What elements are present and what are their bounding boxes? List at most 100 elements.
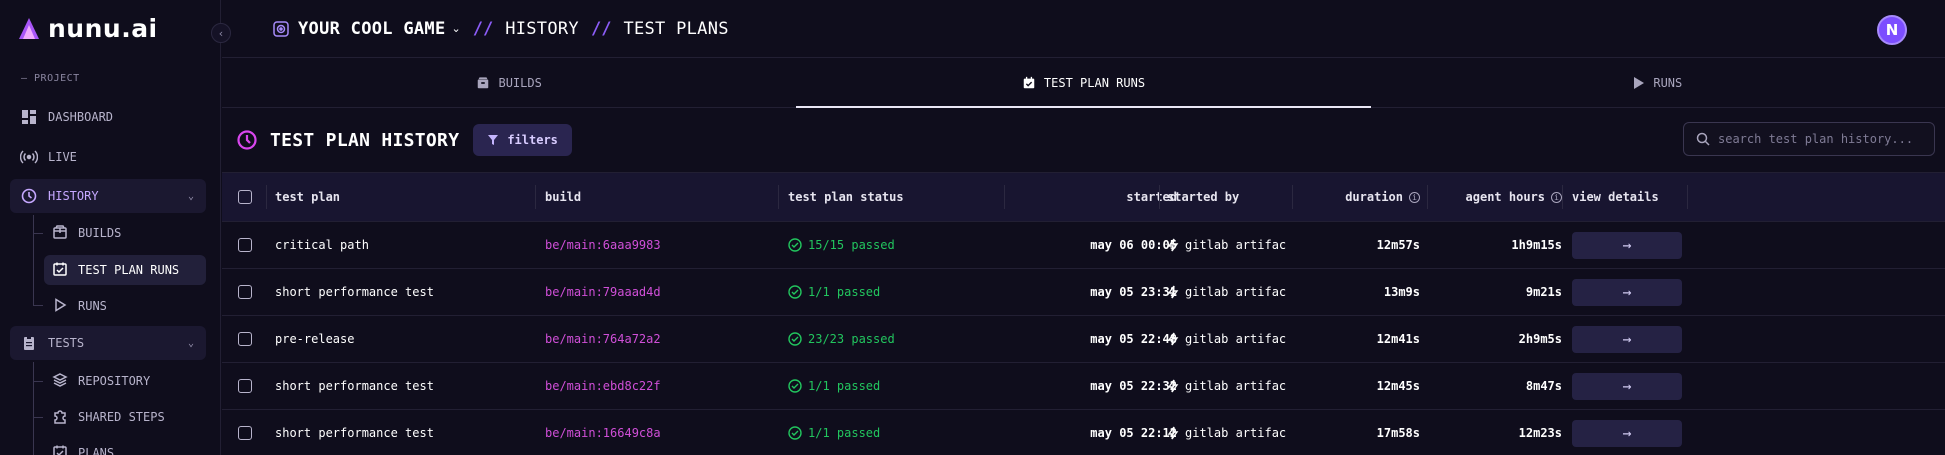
column-header-status[interactable]: test plan status [788,173,988,221]
info-icon[interactable]: i [1551,191,1562,203]
check-circle-icon [788,379,802,393]
tab-test-plan-runs[interactable]: TEST PLAN RUNS [796,58,1371,108]
lightning-icon [1167,379,1179,393]
breadcrumb-game[interactable]: YOUR COOL GAME [298,19,446,39]
search-input[interactable] [1718,132,1928,146]
arrow-right-icon: → [1622,236,1632,254]
sidebar-item-dashboard[interactable]: DASHBOARD [10,100,206,134]
duration-value: 17m58s [1376,426,1420,440]
started-by-text: gitlab artifac [1185,379,1287,393]
build-link[interactable]: be/main:16649c8a [545,410,725,455]
sidebar-item-label: TEST PLAN RUNS [78,263,180,277]
started-by-cell: gitlab artifac [1167,222,1297,268]
sidebar-item-shared-steps[interactable]: SHARED STEPS [44,402,206,432]
build-link[interactable]: be/main:6aaa9983 [545,222,725,268]
column-divider [1292,185,1293,209]
column-header-agent-hours[interactable]: agent hours i [1432,173,1562,221]
lightning-icon [1167,332,1179,346]
sidebar-item-label: DASHBOARD [48,110,114,124]
history-icon [20,187,38,205]
column-header-duration[interactable]: duration i [1300,173,1420,221]
view-details-button[interactable]: → [1572,325,1682,353]
row-checkbox[interactable] [238,238,252,252]
table-row[interactable]: short performance test be/main:16649c8a … [222,410,1945,455]
check-circle-icon [788,285,802,299]
search-box[interactable] [1683,122,1935,156]
arrow-right-icon: → [1622,377,1632,395]
calendar-check-icon [52,261,68,280]
row-checkbox[interactable] [238,332,252,346]
sidebar-item-label: SHARED STEPS [78,410,165,424]
chevron-down-icon[interactable]: ⌄ [452,22,461,35]
sidebar-item-runs[interactable]: RUNS [44,291,206,321]
row-checkbox[interactable] [238,379,252,393]
build-link[interactable]: be/main:ebd8c22f [545,363,725,409]
calendar-check-icon [52,444,68,455]
broadcast-icon [20,148,38,166]
duration-value: 12m45s [1376,379,1420,393]
breadcrumb-separator: // [590,18,612,39]
column-divider [1427,185,1428,209]
sidebar-item-repository[interactable]: REPOSITORY [44,366,206,396]
sidebar-item-plans[interactable]: PLANS [44,438,206,455]
row-checkbox[interactable] [238,426,252,440]
started-by-cell: gitlab artifac [1167,269,1297,315]
table-row[interactable]: short performance test be/main:ebd8c22f … [222,363,1945,410]
filters-button[interactable]: filters [473,124,572,156]
arrow-right-icon: → [1622,330,1632,348]
user-avatar[interactable]: N [1877,15,1907,45]
view-details-button[interactable]: → [1572,278,1682,306]
sidebar-item-builds[interactable]: BUILDS [44,218,206,248]
build-link[interactable]: be/main:764a72a2 [545,316,725,362]
package-icon [478,76,489,88]
sidebar-item-tests[interactable]: TESTS ⌄ [10,326,206,360]
view-tabs: BUILDS TEST PLAN RUNS RUNS [222,58,1945,108]
column-divider [1562,185,1563,209]
sidebar-item-label: BUILDS [78,226,122,240]
info-icon[interactable]: i [1409,191,1420,203]
column-header-label: agent hours [1465,190,1545,204]
row-checkbox[interactable] [238,285,252,299]
tab-builds[interactable]: BUILDS [222,58,796,107]
table-row[interactable]: short performance test be/main:79aaad4d … [222,269,1945,316]
tree-line [33,215,34,305]
started-by-text: gitlab artifac [1185,238,1287,252]
agent-hours-value: 9m21s [1525,285,1562,299]
history-header: TEST PLAN HISTORY filters [222,108,1945,172]
select-all-checkbox[interactable] [238,190,252,204]
table-header: test plan build test plan status started… [222,172,1945,222]
logo[interactable]: nunu.ai [18,14,158,43]
test-plan-name[interactable]: critical path [275,222,475,268]
test-plan-name[interactable]: pre-release [275,316,475,362]
table-row[interactable]: pre-release be/main:764a72a2 23/23 passe… [222,316,1945,363]
play-icon [52,297,68,316]
view-details-button[interactable]: → [1572,372,1682,400]
build-link[interactable]: be/main:79aaad4d [545,269,725,315]
tab-runs[interactable]: RUNS [1371,58,1945,107]
status-cell: 1/1 passed [788,363,988,409]
test-plan-name[interactable]: short performance test [275,269,475,315]
sidebar-item-history[interactable]: HISTORY ⌄ [10,179,206,213]
test-plan-name[interactable]: short performance test [275,410,475,455]
test-plan-name[interactable]: short performance test [275,363,475,409]
breadcrumb-history[interactable]: HISTORY [505,19,579,39]
collapse-sidebar-button[interactable]: ‹ [211,23,231,43]
view-details-button[interactable]: → [1572,231,1682,259]
column-header-build[interactable]: build [545,173,725,221]
table-row[interactable]: critical path be/main:6aaa9983 15/15 pas… [222,222,1945,269]
puzzle-icon [52,408,68,427]
column-header-started[interactable]: started [1007,173,1177,221]
check-circle-icon [788,238,802,252]
tab-label: RUNS [1653,75,1683,90]
chevron-down-icon: ⌄ [187,190,194,202]
sidebar-item-live[interactable]: LIVE [10,140,206,174]
sidebar-item-test-plan-runs[interactable]: TEST PLAN RUNS [44,255,206,285]
started-time: may 05 22:32 [1090,379,1177,393]
column-header-test-plan[interactable]: test plan [275,173,475,221]
column-header-started-by[interactable]: started by [1167,173,1297,221]
view-details-button[interactable]: → [1572,419,1682,447]
select-all-cell [238,173,258,221]
package-icon [52,224,68,243]
status-text: 1/1 passed [808,285,881,299]
game-icon[interactable] [272,20,290,38]
